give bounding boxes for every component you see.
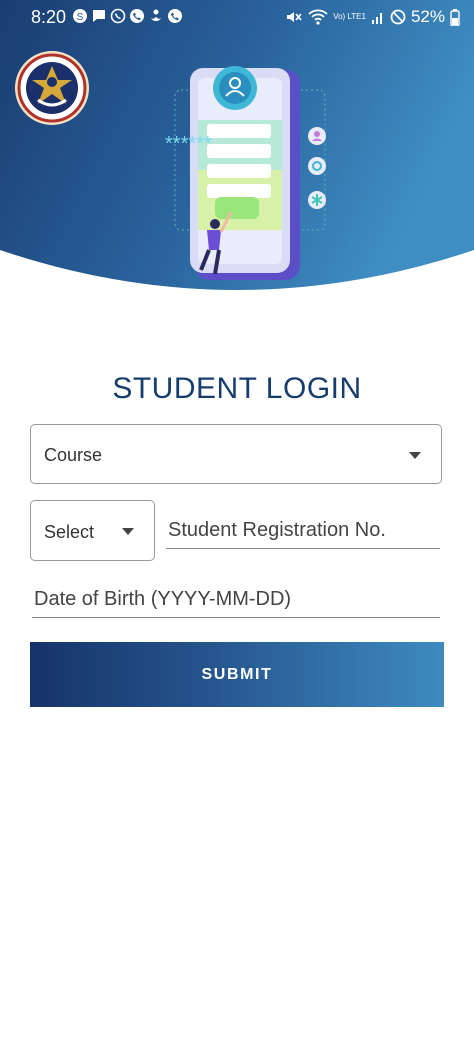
- status-bar: 8:20 S Vo) LTE1 52%: [0, 0, 474, 34]
- battery-percent: 52%: [410, 7, 445, 26]
- message-icon: [93, 10, 105, 22]
- header-banner: 8:20 S Vo) LTE1 52% ******: [0, 0, 474, 300]
- date-of-birth-input[interactable]: [32, 585, 440, 618]
- network-label: Vo) LTE1: [333, 12, 366, 21]
- registration-prefix-dropdown[interactable]: Select: [30, 500, 155, 561]
- signal-icon: [371, 13, 382, 24]
- notification-icons: S: [72, 8, 183, 24]
- do-not-disturb-icon: [390, 9, 406, 25]
- login-illustration: ******: [165, 66, 326, 280]
- skype-icon: S: [73, 9, 87, 23]
- status-right: Vo) LTE1 52%: [285, 7, 460, 27]
- status-time: 8:20: [31, 7, 67, 27]
- course-dropdown-label: Course: [44, 445, 103, 465]
- chevron-down-icon: [409, 452, 421, 459]
- chevron-down-icon: [122, 528, 134, 535]
- select-dropdown-label: Select: [44, 522, 95, 542]
- wifi-icon: [308, 9, 328, 25]
- svg-text:S: S: [77, 12, 84, 23]
- institute-emblem-icon: [15, 51, 89, 125]
- mute-icon: [287, 12, 302, 22]
- course-dropdown[interactable]: Course: [30, 424, 442, 484]
- call-icon: [130, 9, 144, 23]
- submit-button[interactable]: SUBMIT: [30, 642, 444, 707]
- page-title: STUDENT LOGIN: [112, 372, 362, 405]
- password-mask: ******: [165, 133, 212, 155]
- registration-number-input[interactable]: [166, 516, 440, 549]
- app-notification-icon: [151, 9, 161, 21]
- battery-icon: [450, 8, 460, 26]
- whatsapp-icon: [110, 8, 126, 24]
- call-icon-2: [168, 9, 182, 23]
